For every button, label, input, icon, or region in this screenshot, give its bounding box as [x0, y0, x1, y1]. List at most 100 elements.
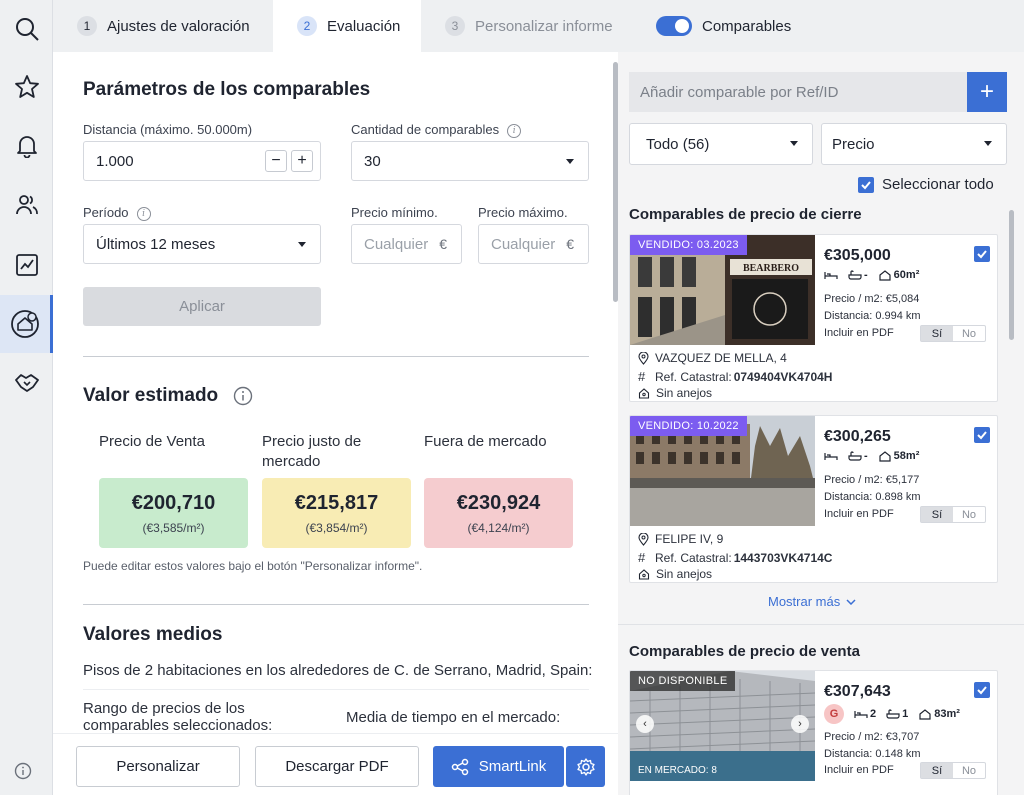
bath-feature: -: [848, 450, 868, 462]
footer-actions: Personalizar Descargar PDF SmartLink: [53, 733, 618, 795]
period-label: Período: [83, 205, 129, 220]
card-features: - 60m²: [824, 269, 919, 281]
photo-prev-button[interactable]: ‹: [636, 715, 654, 733]
pdf-no[interactable]: No: [953, 507, 985, 522]
sort-select[interactable]: Precio: [821, 123, 1007, 165]
annex-row: Sin anejos: [638, 567, 712, 581]
min-price-input[interactable]: Cualquier €: [351, 224, 462, 264]
sale-price-value: €200,710: [131, 492, 216, 514]
tab-evaluacion[interactable]: 2 Evaluación: [273, 0, 421, 52]
bell-icon[interactable]: [0, 116, 53, 174]
pdf-yes[interactable]: Sí: [921, 763, 953, 778]
pdf-yes[interactable]: Sí: [921, 507, 953, 522]
scrollbar[interactable]: [1009, 210, 1014, 340]
comparable-card[interactable]: VENDIDO: 10.2022 €300,265 - 58m² Precio …: [629, 415, 998, 583]
bath-count: -: [864, 269, 868, 281]
averages-subtitle: Pisos de 2 habitaciones en los alrededor…: [83, 662, 593, 679]
card-price: €307,643: [824, 683, 891, 700]
period-label-wrap: Período i: [83, 205, 151, 221]
tab-personalizar-informe[interactable]: 3 Personalizar informe: [445, 0, 613, 52]
area-icon: [879, 270, 891, 281]
apply-button[interactable]: Aplicar: [83, 287, 321, 326]
comparables-toggle[interactable]: [656, 16, 692, 36]
star-icon[interactable]: [0, 58, 53, 116]
distance-field[interactable]: 1.000 − +: [83, 141, 321, 181]
edit-note: Puede editar estos valores bajo el botón…: [83, 559, 423, 573]
count-label-wrap: Cantidad de comparables i: [351, 122, 522, 138]
sale-price-box[interactable]: €200,710 (€3,585/m²): [99, 478, 248, 548]
card-checkbox[interactable]: [974, 246, 990, 265]
off-market-box[interactable]: €230,924 (€4,124/m²): [424, 478, 573, 548]
handshake-icon[interactable]: [0, 354, 53, 412]
count-label: Cantidad de comparables: [351, 122, 500, 137]
checkbox-checked-icon[interactable]: [858, 176, 874, 193]
fair-price-per-m2: (€3,854/m²): [305, 521, 368, 535]
max-price-input[interactable]: Cualquier €: [478, 224, 589, 264]
search-icon[interactable]: [0, 0, 53, 58]
property-photo[interactable]: NO DISPONIBLE ‹ › EN MERCADO: 8: [630, 671, 815, 781]
decrement-button[interactable]: −: [265, 150, 287, 172]
bath-count: -: [864, 450, 868, 462]
pdf-yes[interactable]: Sí: [921, 326, 953, 341]
price-per-m2: Precio / m2: €5,177: [824, 474, 920, 486]
cadastral-label: Ref. Catastral:: [655, 369, 732, 384]
estimate-title: Valor estimado: [83, 385, 219, 406]
bed-icon: [824, 451, 838, 461]
sold-badge: VENDIDO: 03.2023: [630, 235, 747, 255]
chevron-down-icon: [566, 159, 574, 164]
comparable-card[interactable]: NO DISPONIBLE ‹ › EN MERCADO: 8 €307,643…: [629, 670, 998, 795]
increment-button[interactable]: +: [291, 150, 313, 172]
divider: [618, 624, 1024, 625]
pdf-toggle[interactable]: Sí No: [920, 506, 986, 523]
show-more-link[interactable]: Mostrar más: [768, 594, 856, 609]
property-photo[interactable]: BEARBERO VENDIDO: 03.2023: [630, 235, 815, 345]
photo-next-button[interactable]: ›: [791, 715, 809, 733]
pdf-no[interactable]: No: [953, 763, 985, 778]
add-comparable-input[interactable]: Añadir comparable por Ref/ID: [629, 72, 967, 112]
house-icon: [638, 568, 650, 580]
customize-button[interactable]: Personalizar: [76, 746, 240, 787]
unavailable-badge: NO DISPONIBLE: [630, 671, 736, 691]
period-select[interactable]: Últimos 12 meses: [83, 224, 321, 264]
fair-price-box[interactable]: €215,817 (€3,854/m²): [262, 478, 411, 548]
tab-label: Personalizar informe: [475, 17, 613, 35]
bath-icon: [848, 270, 862, 280]
area-feature: 83m²: [918, 708, 960, 720]
bath-icon: [886, 709, 900, 719]
select-all[interactable]: Seleccionar todo: [858, 176, 994, 193]
info-icon[interactable]: [233, 386, 253, 406]
sale-price-label: Precio de Venta: [99, 433, 205, 450]
add-comparable-button[interactable]: +: [967, 72, 1007, 112]
tab-ajustes[interactable]: 1 Ajustes de valoración: [77, 0, 250, 52]
bed-count: 2: [870, 708, 877, 720]
download-pdf-button[interactable]: Descargar PDF: [255, 746, 419, 787]
home-valuation-icon[interactable]: [0, 295, 53, 353]
pdf-no[interactable]: No: [953, 326, 985, 341]
distance: Distancia: 0.994 km: [824, 310, 921, 322]
area-value: 60m²: [893, 269, 920, 281]
sold-badge: VENDIDO: 10.2022: [630, 416, 747, 436]
count-select[interactable]: 30: [351, 141, 589, 181]
info-icon[interactable]: i: [136, 206, 151, 221]
info-icon[interactable]: [14, 762, 32, 780]
divider: [83, 356, 589, 357]
card-checkbox[interactable]: [974, 682, 990, 701]
pdf-toggle[interactable]: Sí No: [920, 325, 986, 342]
chevron-down-icon: [790, 141, 798, 146]
left-nav: [0, 0, 53, 795]
smartlink-button[interactable]: SmartLink: [433, 746, 564, 787]
card-checkbox[interactable]: [974, 427, 990, 446]
comparable-card[interactable]: BEARBERO VENDIDO: 03.2023 €305,000 - 60m…: [629, 234, 998, 402]
users-icon[interactable]: [0, 176, 53, 234]
filter-select[interactable]: Todo (56): [629, 123, 813, 165]
property-photo[interactable]: VENDIDO: 10.2022: [630, 416, 815, 526]
chart-icon[interactable]: [0, 236, 53, 294]
card-price: €300,265: [824, 428, 891, 445]
smartlink-settings-button[interactable]: [566, 746, 605, 787]
pdf-toggle[interactable]: Sí No: [920, 762, 986, 779]
info-icon[interactable]: i: [507, 123, 522, 138]
address-text: VAZQUEZ DE MELLA, 4: [655, 351, 787, 365]
pdf-label: Incluir en PDF: [824, 508, 894, 520]
area-feature: 60m²: [878, 269, 920, 281]
cadastral-row: # Ref. Catastral: 0749404VK4704H: [638, 369, 832, 384]
